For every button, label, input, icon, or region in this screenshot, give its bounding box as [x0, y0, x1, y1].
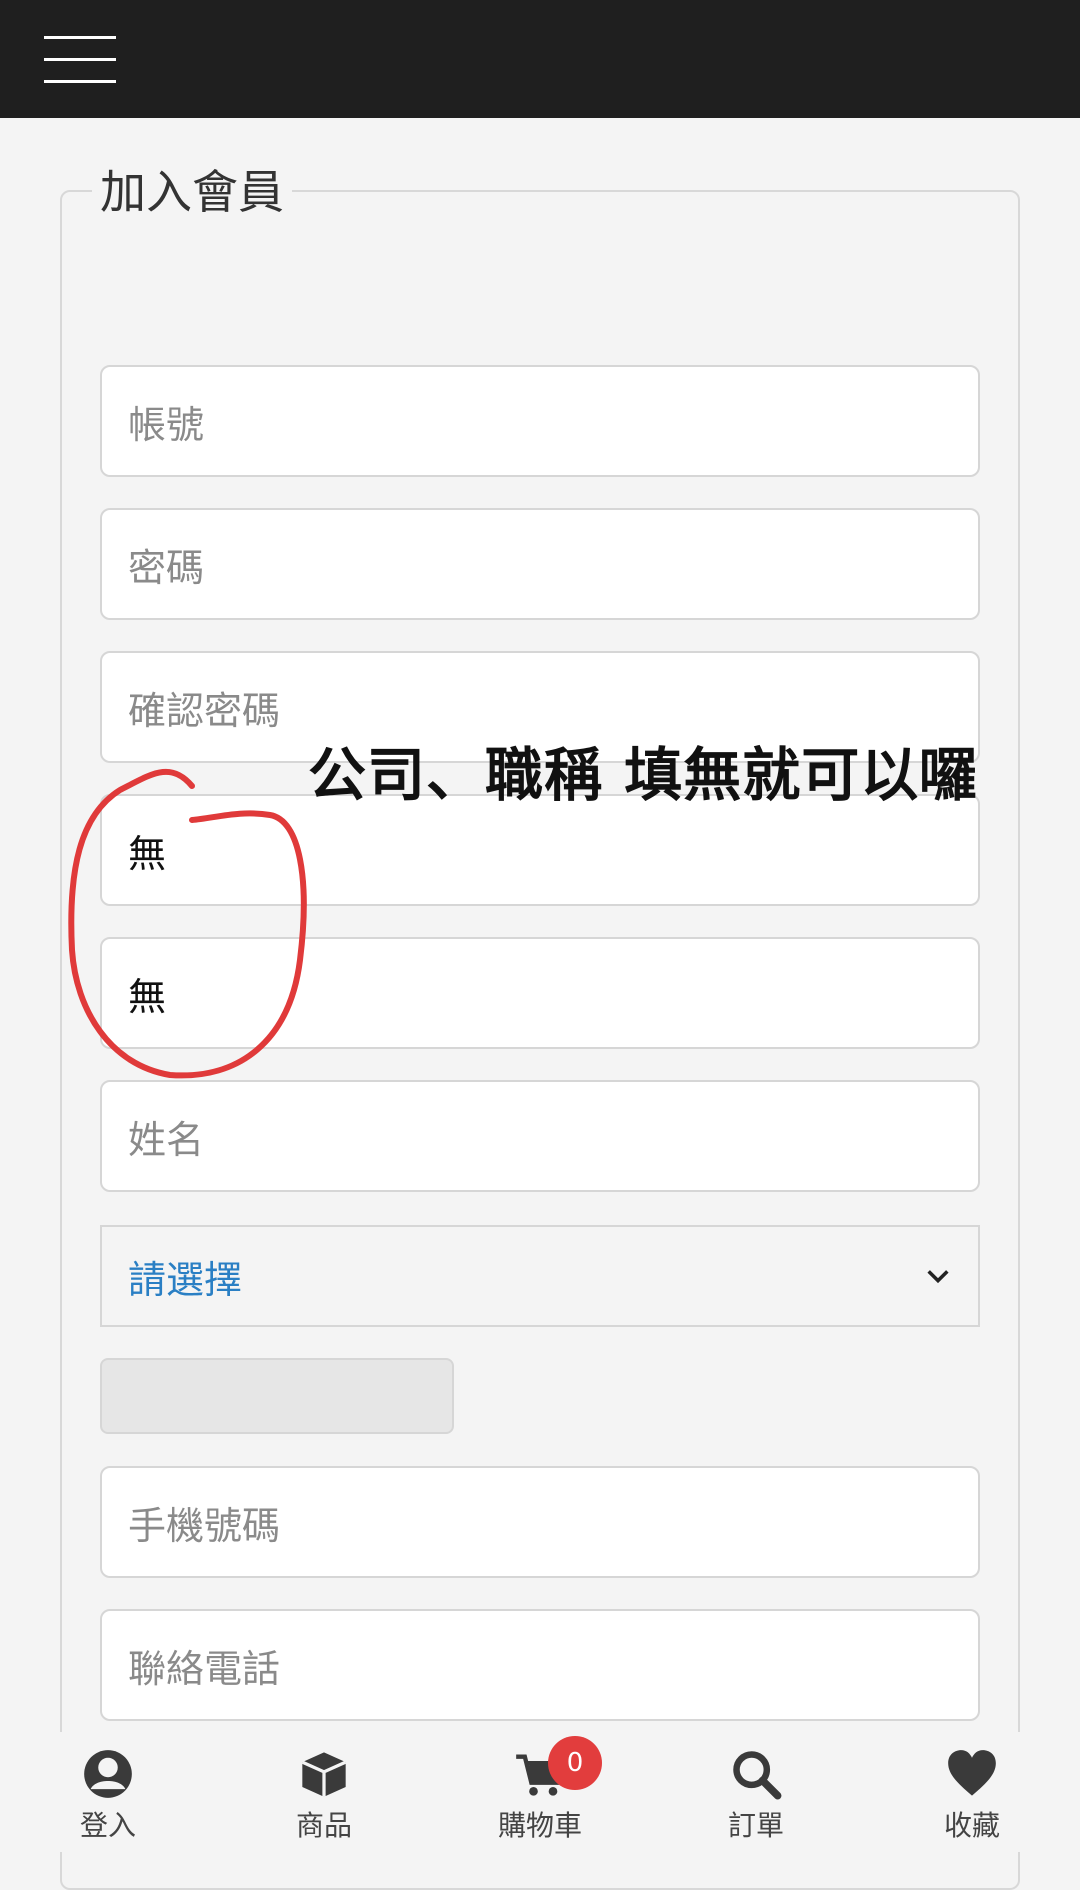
name-input[interactable]: 姓名: [100, 1080, 980, 1192]
company-value: 無: [128, 831, 167, 876]
cart-badge: 0: [548, 1736, 602, 1790]
hamburger-icon[interactable]: [44, 36, 116, 84]
password-placeholder: 密碼: [128, 545, 205, 590]
account-input[interactable]: 帳號: [100, 365, 980, 477]
account-placeholder: 帳號: [128, 402, 205, 447]
nav-orders[interactable]: 訂單: [686, 1732, 826, 1844]
top-bar: [0, 0, 1080, 118]
mobile-input[interactable]: 手機號碼: [100, 1466, 980, 1578]
annotation-note: 公司、職稱 填無就可以囉: [308, 741, 979, 809]
nav-login[interactable]: 登入: [38, 1732, 178, 1844]
name-placeholder: 姓名: [128, 1117, 205, 1162]
phone-placeholder: 聯絡電話: [128, 1646, 281, 1691]
password-input[interactable]: 密碼: [100, 508, 980, 620]
nav-products[interactable]: 商品: [254, 1732, 394, 1844]
nav-cart[interactable]: 0 購物車: [470, 1732, 610, 1844]
box-icon: [301, 1752, 347, 1797]
nav-favorites[interactable]: 收藏: [902, 1732, 1042, 1844]
nav-products-label: 商品: [295, 1809, 352, 1842]
form-legend: 加入會員: [92, 160, 292, 224]
user-icon: [84, 1750, 132, 1798]
nav-orders-label: 訂單: [727, 1809, 784, 1842]
captcha-box: [100, 1358, 454, 1434]
phone-input[interactable]: 聯絡電話: [100, 1609, 980, 1721]
nav-favorites-label: 收藏: [943, 1809, 1000, 1842]
heart-icon: [948, 1750, 996, 1796]
select-value: 請選擇: [128, 1257, 243, 1302]
bottom-navigation: 登入 商品 0 購物車 訂單 收藏: [0, 1732, 1080, 1852]
job-title-input[interactable]: 無: [100, 937, 980, 1049]
job-title-value: 無: [128, 974, 167, 1019]
select-dropdown[interactable]: 請選擇: [100, 1225, 980, 1327]
search-icon: [733, 1751, 782, 1800]
nav-login-label: 登入: [79, 1809, 136, 1842]
chevron-down-icon: [927, 1270, 949, 1284]
confirm-password-placeholder: 確認密碼: [128, 688, 281, 733]
mobile-placeholder: 手機號碼: [128, 1503, 281, 1548]
nav-cart-label: 購物車: [497, 1809, 582, 1842]
